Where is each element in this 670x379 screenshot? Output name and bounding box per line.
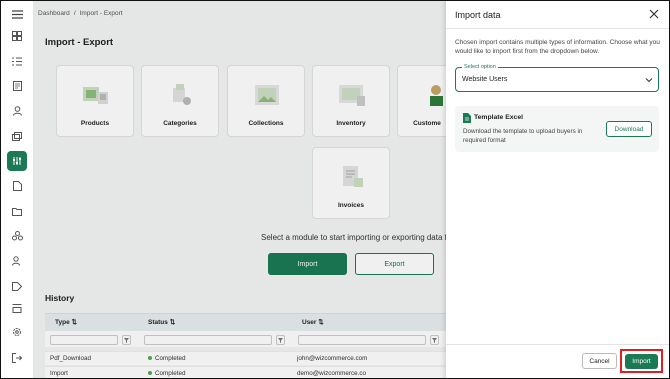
list-icon[interactable] — [6, 51, 28, 71]
excel-file-icon — [463, 113, 471, 123]
orders-icon[interactable] — [6, 76, 28, 96]
document-icon[interactable] — [6, 176, 28, 196]
catalog-icon[interactable] — [6, 126, 28, 146]
select-label: Select option — [462, 64, 498, 70]
dashboard-icon[interactable] — [6, 26, 28, 46]
chevron-down-icon[interactable] — [645, 76, 653, 84]
folder-icon[interactable] — [6, 201, 28, 221]
team-icon[interactable] — [6, 226, 28, 246]
sidebar — [0, 0, 34, 379]
modal-backdrop[interactable] — [34, 0, 446, 379]
store-icon[interactable] — [6, 298, 28, 318]
template-description: Download the template to upload buyers i… — [463, 128, 583, 144]
import-export-icon[interactable] — [7, 151, 27, 171]
template-excel-card: Template Excel Download the template to … — [455, 106, 659, 152]
import-button-highlight: Import — [620, 349, 663, 373]
logout-icon[interactable] — [6, 348, 28, 368]
cancel-button[interactable]: Cancel — [582, 353, 617, 369]
settings-icon[interactable] — [6, 322, 28, 342]
user-icon[interactable] — [6, 101, 28, 121]
template-title: Template Excel — [474, 114, 523, 121]
import-data-panel: Import data Chosen import contains multi… — [446, 0, 670, 379]
import-type-select[interactable]: Select option Website Users — [455, 64, 659, 92]
panel-description: Chosen import contains multiple types of… — [455, 39, 660, 55]
download-button[interactable]: Download — [606, 121, 652, 137]
menu-icon[interactable] — [6, 4, 28, 24]
close-icon[interactable] — [649, 9, 659, 19]
user-settings-icon[interactable] — [6, 251, 28, 271]
panel-title: Import data — [455, 10, 501, 20]
select-value: Website Users — [462, 76, 508, 83]
panel-import-button[interactable]: Import — [625, 354, 658, 369]
tag-icon[interactable] — [6, 276, 28, 296]
